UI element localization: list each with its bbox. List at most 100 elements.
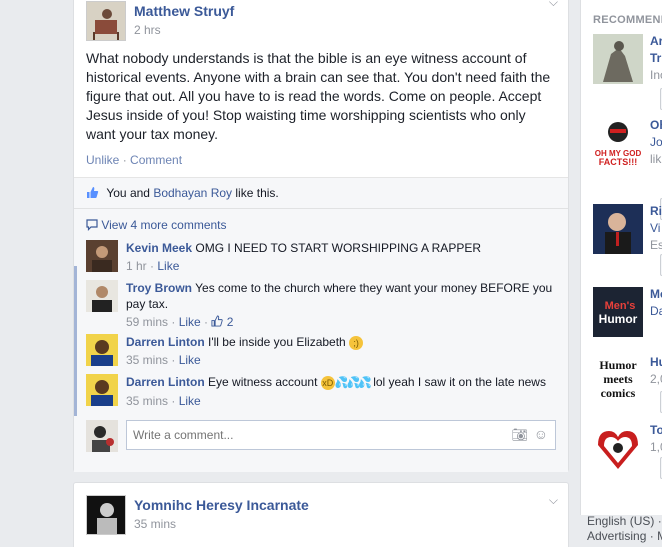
unlike-button[interactable]: Unlike	[86, 153, 119, 167]
page-category: Inc	[650, 68, 662, 82]
more-link[interactable]: M	[657, 529, 662, 543]
chevron-down-icon[interactable]: ⌵	[549, 0, 558, 10]
page-name-line2[interactable]: Jo	[650, 135, 662, 149]
post-timestamp[interactable]: 35 mins	[134, 517, 176, 531]
svg-text:meets: meets	[603, 372, 633, 386]
page-name[interactable]: Ar	[650, 34, 662, 48]
comment-author[interactable]: Kevin Meek	[126, 241, 192, 255]
comment-like-button[interactable]: Like	[179, 394, 201, 408]
comment-time[interactable]: 35 mins	[126, 353, 168, 367]
view-more-label: View 4 more comments	[101, 218, 227, 232]
comment-like-count[interactable]: 2	[211, 315, 233, 329]
page-name[interactable]: Hu	[650, 355, 662, 369]
comment-text: OMG I NEED TO START WORSHIPPING A RAPPER	[195, 241, 481, 255]
post-text: What nobody understands is that the bibl…	[86, 50, 551, 142]
comment-body: Darren Linton Eye witness account xD 💦💦💦 …	[126, 374, 556, 409]
author-avatar-image	[87, 2, 125, 40]
comment-author[interactable]: Troy Brown	[126, 281, 192, 295]
comment-body: Darren Linton I'll be inside you Elizabe…	[126, 334, 556, 368]
author-avatar[interactable]	[86, 495, 126, 535]
comment-like-button[interactable]: Like	[179, 353, 201, 367]
comment-button[interactable]: Comment	[130, 153, 182, 167]
recommended-pages-box: RECOMMEND Ar Tr Inc OH MY GODFACTS!!! Oh…	[580, 0, 662, 515]
laughing-emoji-icon: xD	[320, 375, 335, 390]
page-name[interactable]: To	[650, 423, 662, 437]
commenter-avatar[interactable]	[86, 280, 118, 312]
comment-item: Darren Linton Eye witness account xD 💦💦💦 …	[86, 374, 556, 422]
comment-text-end: lol yeah I saw it on the late news	[373, 375, 546, 389]
page-name[interactable]: Ri	[650, 204, 662, 218]
comment-author[interactable]: Darren Linton	[126, 375, 205, 389]
svg-text:FACTS!!!: FACTS!!!	[599, 157, 638, 167]
comment-author[interactable]: Darren Linton	[126, 335, 205, 349]
footer: English (US) · Advertising · M	[587, 514, 662, 544]
commenter-avatar[interactable]	[86, 240, 118, 272]
camera-icon[interactable]: 📷︎	[511, 427, 528, 443]
recommended-page[interactable]: Ar Tr Inc	[593, 34, 662, 110]
thumbs-up-icon	[86, 186, 102, 200]
comment-input[interactable]	[126, 420, 556, 450]
chevron-down-icon[interactable]: ⌵	[549, 493, 558, 508]
page-likes: 2,0	[650, 372, 662, 386]
page-thumbnail[interactable]: Men's Humor	[593, 287, 643, 337]
recommended-page[interactable]: Men'sHumor Me Da	[593, 287, 662, 347]
author-avatar[interactable]	[86, 1, 126, 41]
svg-text:Men's: Men's	[605, 300, 636, 312]
advertising-link[interactable]: Advertising	[587, 529, 646, 543]
recommended-page[interactable]: To 1,0	[593, 423, 662, 483]
sweat-drops-icon: 💦💦💦	[334, 376, 372, 389]
recommended-page[interactable]: Ri Vi Es	[593, 204, 662, 276]
comment-time[interactable]: 1 hr	[126, 259, 147, 273]
comment-meta: 1 hr · Like	[126, 259, 180, 273]
page-name[interactable]: Me	[650, 287, 662, 301]
view-more-comments[interactable]: View 4 more comments	[86, 218, 227, 232]
page-name[interactable]: Oh	[650, 118, 662, 132]
thumbs-up-icon	[211, 315, 224, 327]
post-card: Yomnihc Heresy Incarnate 35 mins ⌵	[73, 482, 569, 547]
comment-time[interactable]: 59 mins	[126, 315, 168, 329]
likes-and: and	[129, 186, 150, 200]
comment-text-start: Eye witness account	[208, 375, 318, 389]
comment-meta: 59 mins · Like · 2	[126, 315, 234, 329]
action-separator: ·	[122, 153, 127, 167]
page-thumbnail[interactable]	[593, 34, 643, 84]
right-rail: RECOMMEND Ar Tr Inc OH MY GODFACTS!!! Oh…	[580, 0, 662, 547]
comment-body: Troy Brown Yes come to the church where …	[126, 280, 556, 330]
post-timestamp[interactable]: 2 hrs	[134, 23, 161, 37]
likes-suffix: like this.	[235, 186, 279, 200]
page-thumbnail[interactable]	[593, 204, 643, 254]
comment-like-button[interactable]: Like	[179, 315, 201, 329]
highlight-bar	[74, 266, 77, 416]
post-author-name[interactable]: Matthew Struyf	[134, 3, 234, 19]
page-thumbnail[interactable]: OH MY GOD FACTS!!!	[593, 118, 643, 168]
page-likes: 1,0	[650, 440, 662, 454]
likes-you[interactable]: You	[106, 186, 126, 200]
my-avatar	[86, 420, 118, 452]
likes-other-user[interactable]: Bodhayan Roy	[153, 186, 232, 200]
page-name-line2[interactable]: Tr	[650, 51, 661, 65]
emoji-picker-icon[interactable]: ☺	[534, 426, 548, 442]
page-name-line2[interactable]: Vi	[650, 221, 660, 235]
recommended-page[interactable]: OH MY GODFACTS!!! Oh Jo lik	[593, 118, 662, 220]
page-thumbnail[interactable]	[593, 423, 643, 473]
footer-separator: ·	[649, 529, 654, 543]
svg-text:Humor: Humor	[599, 358, 637, 372]
recommended-page[interactable]: Humormeetscomics Hu 2,0	[593, 355, 662, 415]
wink-emoji-icon: ;)	[349, 335, 364, 350]
commenter-avatar[interactable]	[86, 374, 118, 406]
page-name-line2[interactable]: Da	[650, 304, 662, 318]
post-actions: Unlike · Comment	[86, 153, 182, 167]
divider	[74, 208, 568, 209]
comment-text: I'll be inside you Elizabeth	[208, 335, 346, 349]
comment-like-button[interactable]: Like	[157, 259, 179, 273]
language-link[interactable]: English (US)	[587, 514, 654, 528]
page-thumbnail[interactable]: Humor meets comics	[593, 355, 643, 405]
comment-meta: 35 mins · Like	[126, 353, 201, 367]
comment-time[interactable]: 35 mins	[126, 394, 168, 408]
comments-section: You and Bodhayan Roy like this. View 4 m…	[74, 177, 568, 472]
recommended-title: RECOMMEND	[593, 14, 662, 26]
write-comment-row: 📷︎ ☺	[86, 420, 556, 452]
commenter-avatar[interactable]	[86, 334, 118, 366]
like-count-value: 2	[226, 315, 234, 329]
post-author-name[interactable]: Yomnihc Heresy Incarnate	[134, 497, 309, 513]
